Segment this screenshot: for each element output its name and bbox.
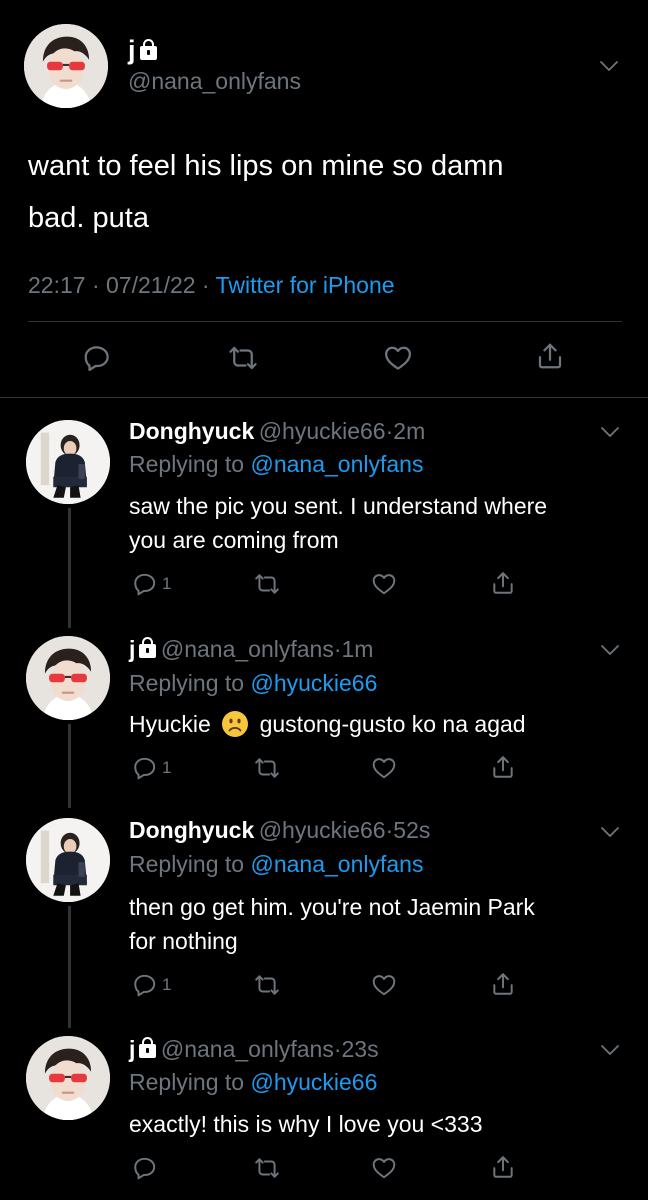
replying-label: Replying to — [129, 851, 245, 877]
author-name: j — [129, 1036, 136, 1062]
chevron-down-icon[interactable] — [597, 54, 621, 78]
replying-label: Replying to — [129, 670, 245, 696]
avatar[interactable] — [24, 24, 108, 108]
avatar-image — [26, 1036, 110, 1120]
like-icon[interactable] — [371, 1155, 397, 1181]
chevron-down-icon[interactable] — [598, 820, 622, 844]
mention-link[interactable]: @hyuckie66 — [250, 1069, 377, 1095]
avatar-image — [26, 636, 110, 720]
chevron-down-icon[interactable] — [598, 1038, 622, 1062]
reply-time: 1m — [341, 636, 374, 662]
reply-icon[interactable] — [132, 571, 158, 597]
author-name: j — [128, 35, 136, 65]
divider — [28, 321, 622, 322]
lock-icon — [139, 637, 157, 658]
reply-text: exactly! this is why I love you <333 — [129, 1107, 629, 1141]
like-icon[interactable] — [371, 972, 397, 998]
avatar-image — [26, 818, 110, 902]
reply-text-line: saw the pic you sent. I understand where — [129, 493, 548, 519]
retweet-icon[interactable] — [254, 972, 280, 998]
reply-text-line: you are coming from — [129, 527, 339, 553]
mention-link[interactable]: @nana_onlyfans — [250, 851, 423, 877]
reply-text: Hyuckie gustong-gusto ko na agad — [129, 707, 629, 741]
main-author-name[interactable]: j — [128, 35, 157, 65]
avatar-image — [26, 420, 110, 504]
frowning-face-emoji — [222, 711, 249, 737]
main-author-handle[interactable]: @nana_onlyfans — [128, 68, 301, 95]
tweet-text-line: want to feel his lips on mine so damn — [28, 150, 504, 182]
replying-label: Replying to — [129, 1069, 245, 1095]
reply-count: 1 — [162, 574, 172, 593]
reply-count: 1 — [162, 975, 172, 994]
lock-icon — [139, 1037, 157, 1058]
thread-line — [68, 724, 71, 808]
avatar[interactable] — [26, 818, 110, 902]
tweet-text-line: bad. puta — [28, 202, 149, 234]
author-name: Donghyuck — [129, 817, 255, 843]
chevron-down-icon[interactable] — [598, 638, 622, 662]
thread-line — [68, 508, 71, 628]
reply-icon[interactable] — [82, 343, 112, 373]
share-icon[interactable] — [490, 570, 516, 596]
retweet-icon[interactable] — [254, 755, 280, 781]
reply-text-line: exactly! this is why I love you <333 — [129, 1111, 483, 1137]
retweet-icon[interactable] — [254, 571, 280, 597]
divider — [0, 397, 648, 398]
main-tweet-text: want to feel his lips on mine so damn ba… — [28, 140, 628, 244]
reply-header[interactable]: Donghyuck @hyuckie66·52s — [129, 817, 430, 844]
avatar[interactable] — [26, 420, 110, 504]
reply-text: then go get him. you're not Jaemin Park … — [129, 890, 629, 958]
reply-time: 52s — [393, 817, 431, 843]
author-handle: @nana_onlyfans — [160, 1036, 334, 1062]
reply-header[interactable]: j @nana_onlyfans·1m — [129, 636, 373, 663]
reply-text-line: for nothing — [129, 928, 238, 954]
tweet-meta: 22:17 · 07/21/22 · Twitter for iPhone — [28, 272, 395, 298]
reply-time: 23s — [341, 1036, 379, 1062]
retweet-icon[interactable] — [254, 1155, 280, 1181]
avatar-image — [24, 24, 108, 108]
replying-to: Replying to @hyuckie66 — [129, 1069, 377, 1096]
retweet-icon[interactable] — [228, 343, 258, 373]
replying-to: Replying to @nana_onlyfans — [129, 451, 423, 478]
avatar[interactable] — [26, 636, 110, 720]
tweet-date: 07/21/22 — [106, 272, 196, 298]
like-icon[interactable] — [371, 755, 397, 781]
share-icon[interactable] — [490, 971, 516, 997]
mention-link[interactable]: @hyuckie66 — [250, 670, 377, 696]
tweet-source-link[interactable]: Twitter for iPhone — [216, 272, 395, 298]
reply-time: 2m — [393, 418, 426, 444]
reply-icon[interactable] — [132, 755, 158, 781]
reply-header[interactable]: Donghyuck @hyuckie66·2m — [129, 418, 425, 445]
reply-text: saw the pic you sent. I understand where… — [129, 489, 629, 557]
replying-to: Replying to @nana_onlyfans — [129, 851, 423, 878]
share-icon[interactable] — [490, 1154, 516, 1180]
mention-link[interactable]: @nana_onlyfans — [250, 451, 423, 477]
avatar[interactable] — [26, 1036, 110, 1120]
share-icon[interactable] — [490, 754, 516, 780]
author-handle: @hyuckie66 — [258, 418, 386, 444]
like-icon[interactable] — [383, 343, 413, 373]
share-icon[interactable] — [535, 341, 565, 371]
reply-text-line: then go get him. you're not Jaemin Park — [129, 894, 535, 920]
reply-icon[interactable] — [132, 972, 158, 998]
replying-to: Replying to @hyuckie66 — [129, 670, 377, 697]
author-name: Donghyuck — [129, 418, 255, 444]
reply-icon[interactable] — [132, 1155, 158, 1181]
thread-line — [68, 906, 71, 1028]
lock-icon — [139, 39, 157, 60]
author-handle: @hyuckie66 — [258, 817, 386, 843]
reply-header[interactable]: j @nana_onlyfans·23s — [129, 1036, 379, 1063]
reply-text-part: Hyuckie — [129, 711, 211, 737]
chevron-down-icon[interactable] — [598, 420, 622, 444]
tweet-time: 22:17 — [28, 272, 86, 298]
reply-count: 1 — [162, 758, 172, 777]
replying-label: Replying to — [129, 451, 245, 477]
author-handle: @nana_onlyfans — [160, 636, 334, 662]
reply-text-part: gustong-gusto ko na agad — [259, 711, 526, 737]
author-name: j — [129, 636, 136, 662]
like-icon[interactable] — [371, 571, 397, 597]
